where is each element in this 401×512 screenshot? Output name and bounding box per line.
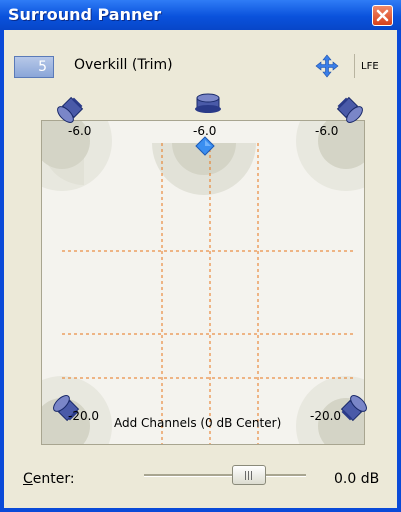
rear-left-db-label: -20.0: [68, 409, 100, 423]
front-right-speaker-icon[interactable]: [334, 94, 368, 128]
center-label: Center:: [23, 471, 75, 487]
lfe-button[interactable]: LFE: [361, 61, 379, 72]
mode-label: Add Channels (0 dB Center): [114, 416, 282, 430]
close-icon: [376, 9, 389, 22]
front-center-speaker-icon[interactable]: [191, 86, 225, 120]
surround-pan-pad[interactable]: [41, 120, 365, 445]
surround-panner-window: Surround Panner 5 Overkill (Trim) LFE -6…: [0, 0, 401, 512]
rear-right-speaker-icon[interactable]: [338, 390, 372, 424]
close-button[interactable]: [372, 5, 393, 26]
window-title: Surround Panner: [8, 5, 162, 24]
front-left-db-label: -6.0: [68, 124, 92, 138]
panner-body: 5 Overkill (Trim) LFE -6.0 -6.0 -6.0 -20…: [4, 30, 397, 508]
pan-point-icon[interactable]: [195, 136, 215, 156]
track-name: Overkill (Trim): [74, 57, 173, 73]
rear-right-db-label: -20.0: [310, 409, 342, 423]
pan-pad-graphics: [42, 121, 364, 444]
title-bar[interactable]: Surround Panner: [0, 0, 401, 30]
move-icon[interactable]: [315, 54, 339, 78]
front-left-speaker-icon[interactable]: [52, 94, 86, 128]
center-slider[interactable]: [144, 462, 306, 488]
center-label-text: enter:: [32, 471, 75, 487]
toolbar-separator: [354, 54, 355, 78]
front-right-db-label: -6.0: [315, 124, 339, 138]
center-value: 0.0 dB: [334, 471, 380, 487]
center-slider-track: [144, 474, 306, 477]
center-slider-thumb[interactable]: [232, 465, 266, 485]
channel-number-box[interactable]: 5: [14, 56, 54, 78]
center-label-mnemonic: C: [23, 471, 33, 487]
